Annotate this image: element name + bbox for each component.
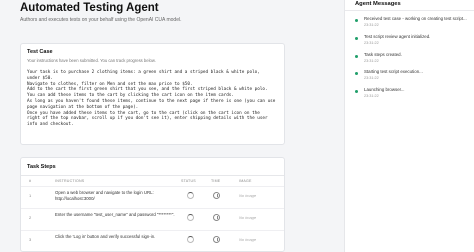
step-number: 3 [29, 237, 32, 242]
message-time: 23:31:22 [364, 76, 379, 80]
step-image: No image [239, 193, 257, 198]
test-case-note: Your instructions have been submitted. Y… [27, 58, 156, 63]
task-steps-title: Task Steps [27, 164, 56, 170]
main-panel: Automated Testing Agent Authors and exec… [0, 0, 344, 252]
status-dot-icon [355, 55, 358, 58]
status-dot-icon [355, 37, 358, 40]
step-instruction: Click the 'Log in' button and verify suc… [55, 234, 156, 239]
column-header-time: TIME [211, 179, 221, 183]
test-case-text: Your task is to purchase 2 clothing item… [27, 70, 276, 128]
table-row: 3 Click the 'Log in' button and verify s… [21, 233, 284, 252]
message-text: Starting test script execution... [364, 69, 423, 74]
column-header-num: # [29, 179, 32, 183]
step-number: 2 [29, 215, 32, 220]
row-divider [21, 208, 284, 209]
page-subtitle: Authors and executes tests on your behal… [20, 17, 182, 23]
row-divider [21, 230, 284, 231]
step-image: No image [239, 237, 257, 242]
message-time: 23:31:22 [364, 23, 379, 27]
divider [21, 175, 284, 176]
message-time: 23:31:22 [364, 41, 379, 45]
agent-messages-title: Agent Messages [355, 1, 401, 7]
step-image: No image [239, 215, 257, 220]
divider [345, 10, 474, 11]
step-instruction: Enter the username "test_user_name" and … [55, 212, 175, 217]
loading-spinner-icon [187, 214, 194, 221]
status-dot-icon [355, 72, 358, 75]
loading-spinner-icon [187, 192, 194, 199]
task-steps-card: Task Steps # INSTRUCTIONS STATUS TIME IM… [20, 157, 285, 252]
test-case-card: Test Case Your instructions have been su… [20, 43, 285, 145]
test-case-title: Test Case [27, 49, 53, 55]
message-text: Launching browser... [364, 87, 405, 92]
clock-icon [213, 192, 220, 199]
message-time: 23:31:22 [364, 94, 379, 98]
loading-spinner-icon [187, 236, 194, 243]
step-number: 1 [29, 193, 32, 198]
status-dot-icon [355, 90, 358, 93]
message-text: Task steps created. [364, 52, 402, 57]
column-header-image: IMAGE [239, 179, 252, 183]
page-title: Automated Testing Agent [20, 2, 159, 14]
clock-icon [213, 236, 220, 243]
row-divider [21, 186, 284, 187]
status-dot-icon [355, 19, 358, 22]
message-text: Test script review agent initialized. [364, 34, 431, 39]
step-instruction: Open a web browser and navigate to the l… [55, 190, 154, 201]
message-text: Received test case - working on creating… [364, 16, 467, 21]
message-time: 23:31:22 [364, 59, 379, 63]
agent-messages-panel[interactable]: Agent Messages Received test case - work… [344, 0, 474, 252]
column-header-instructions: INSTRUCTIONS [55, 179, 85, 183]
column-header-status: STATUS [181, 179, 196, 183]
clock-icon [213, 214, 220, 221]
